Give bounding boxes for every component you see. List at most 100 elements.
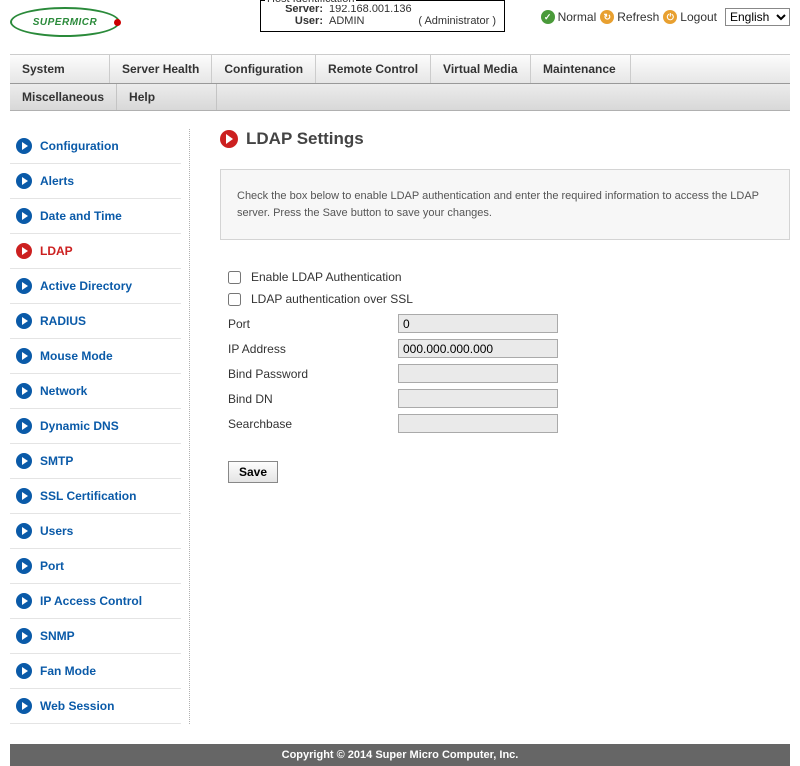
menubar-primary: SystemServer HealthConfigurationRemote C… (10, 54, 790, 84)
sidebar-item-label: Configuration (40, 139, 119, 153)
form-area: Enable LDAP Authentication LDAP authenti… (220, 270, 790, 483)
sidebar-item-snmp[interactable]: SNMP (10, 619, 181, 654)
searchbase-input[interactable] (398, 414, 558, 433)
sidebar-item-label: Network (40, 384, 87, 398)
ip-label: IP Address (228, 342, 398, 356)
menu-miscellaneous[interactable]: Miscellaneous (10, 84, 117, 110)
arrow-right-icon (16, 313, 32, 329)
info-box: Check the box below to enable LDAP authe… (220, 169, 790, 240)
menu-virtual-media[interactable]: Virtual Media (431, 55, 531, 83)
arrow-right-icon (16, 208, 32, 224)
arrow-right-icon (16, 593, 32, 609)
sidebar-item-label: IP Access Control (40, 594, 142, 608)
enable-ldap-row: Enable LDAP Authentication (228, 270, 790, 284)
arrow-right-icon (16, 523, 32, 539)
searchbase-row: Searchbase (228, 414, 790, 433)
menu-system[interactable]: System (10, 55, 110, 83)
logout-icon: ⏻ (663, 10, 677, 24)
refresh-link[interactable]: Refresh (617, 10, 659, 24)
arrow-right-icon (220, 130, 238, 148)
sidebar-item-label: SSL Certification (40, 489, 136, 503)
ip-input[interactable] (398, 339, 558, 358)
arrow-right-icon (16, 663, 32, 679)
logo-dot-icon (114, 19, 121, 26)
main: Configuration Alerts Date and Time LDAP Acti… (0, 111, 800, 734)
logo: SUPERMICR (10, 7, 130, 42)
header: SUPERMICR Host Identification Server: 19… (0, 0, 800, 42)
arrow-right-icon (16, 348, 32, 364)
sidebar-item-web-session[interactable]: Web Session (10, 689, 181, 724)
sidebar-item-date-and-time[interactable]: Date and Time (10, 199, 181, 234)
arrow-right-icon (16, 488, 32, 504)
sidebar-item-active-directory[interactable]: Active Directory (10, 269, 181, 304)
menu-server-health[interactable]: Server Health (110, 55, 212, 83)
logo-text: SUPERMICR (33, 17, 98, 28)
menu-help[interactable]: Help (117, 84, 217, 110)
port-input[interactable] (398, 314, 558, 333)
bindpw-row: Bind Password (228, 364, 790, 383)
arrow-right-icon (16, 628, 32, 644)
page-title-row: LDAP Settings (220, 129, 790, 149)
sidebar-item-ip-access-control[interactable]: IP Access Control (10, 584, 181, 619)
sidebar-item-label: SMTP (40, 454, 73, 468)
menu-maintenance[interactable]: Maintenance (531, 55, 631, 83)
menu-configuration[interactable]: Configuration (212, 55, 316, 83)
sidebar-item-port[interactable]: Port (10, 549, 181, 584)
sidebar-item-label: SNMP (40, 629, 75, 643)
arrow-right-icon (16, 698, 32, 714)
sidebar-item-users[interactable]: Users (10, 514, 181, 549)
host-legend: Host Identification (265, 0, 356, 5)
ip-row: IP Address (228, 339, 790, 358)
arrow-right-icon (16, 383, 32, 399)
top-links: ✓ Normal ↻ Refresh ⏻ Logout English (541, 8, 790, 26)
menubar-secondary: MiscellaneousHelp (10, 84, 790, 111)
sidebar-item-label: Alerts (40, 174, 74, 188)
sidebar-item-configuration[interactable]: Configuration (10, 129, 181, 164)
sidebar-item-radius[interactable]: RADIUS (10, 304, 181, 339)
arrow-right-icon (16, 278, 32, 294)
arrow-right-icon (16, 558, 32, 574)
host-user-row: User: ADMIN ( Administrator ) (269, 15, 496, 27)
bindpw-label: Bind Password (228, 367, 398, 381)
user-role: ( Administrator ) (398, 15, 496, 27)
sidebar-item-label: LDAP (40, 244, 73, 258)
language-select[interactable]: English (725, 8, 790, 26)
user-value: ADMIN (329, 15, 398, 27)
binddn-input[interactable] (398, 389, 558, 408)
sidebar-item-smtp[interactable]: SMTP (10, 444, 181, 479)
sidebar-item-fan-mode[interactable]: Fan Mode (10, 654, 181, 689)
sidebar-item-mouse-mode[interactable]: Mouse Mode (10, 339, 181, 374)
ldap-ssl-row: LDAP authentication over SSL (228, 292, 790, 306)
sidebar-item-label: Fan Mode (40, 664, 96, 678)
arrow-right-icon (16, 138, 32, 154)
enable-ldap-checkbox[interactable] (228, 271, 241, 284)
bindpw-input[interactable] (398, 364, 558, 383)
status-normal: Normal (558, 10, 597, 24)
binddn-row: Bind DN (228, 389, 790, 408)
arrow-right-icon (16, 173, 32, 189)
menu-remote-control[interactable]: Remote Control (316, 55, 431, 83)
sidebar-item-ssl-certification[interactable]: SSL Certification (10, 479, 181, 514)
binddn-label: Bind DN (228, 392, 398, 406)
save-button[interactable]: Save (228, 461, 278, 483)
host-identification-box: Host Identification Server: 192.168.001.… (260, 0, 505, 32)
sidebar-item-label: Port (40, 559, 64, 573)
content: LDAP Settings Check the box below to ena… (190, 129, 790, 724)
arrow-right-icon (16, 453, 32, 469)
refresh-icon: ↻ (600, 10, 614, 24)
ldap-ssl-label: LDAP authentication over SSL (251, 292, 413, 306)
sidebar-item-network[interactable]: Network (10, 374, 181, 409)
sidebar: Configuration Alerts Date and Time LDAP Acti… (10, 129, 190, 724)
enable-ldap-label: Enable LDAP Authentication (251, 270, 402, 284)
logo-ellipse: SUPERMICR (10, 7, 120, 37)
sidebar-item-label: Users (40, 524, 73, 538)
user-label: User: (269, 15, 329, 27)
sidebar-item-label: Mouse Mode (40, 349, 113, 363)
sidebar-item-dynamic-dns[interactable]: Dynamic DNS (10, 409, 181, 444)
sidebar-item-ldap[interactable]: LDAP (10, 234, 181, 269)
sidebar-item-label: RADIUS (40, 314, 86, 328)
ldap-ssl-checkbox[interactable] (228, 293, 241, 306)
logout-link[interactable]: Logout (680, 10, 717, 24)
footer: Copyright © 2014 Super Micro Computer, I… (10, 744, 790, 766)
sidebar-item-alerts[interactable]: Alerts (10, 164, 181, 199)
